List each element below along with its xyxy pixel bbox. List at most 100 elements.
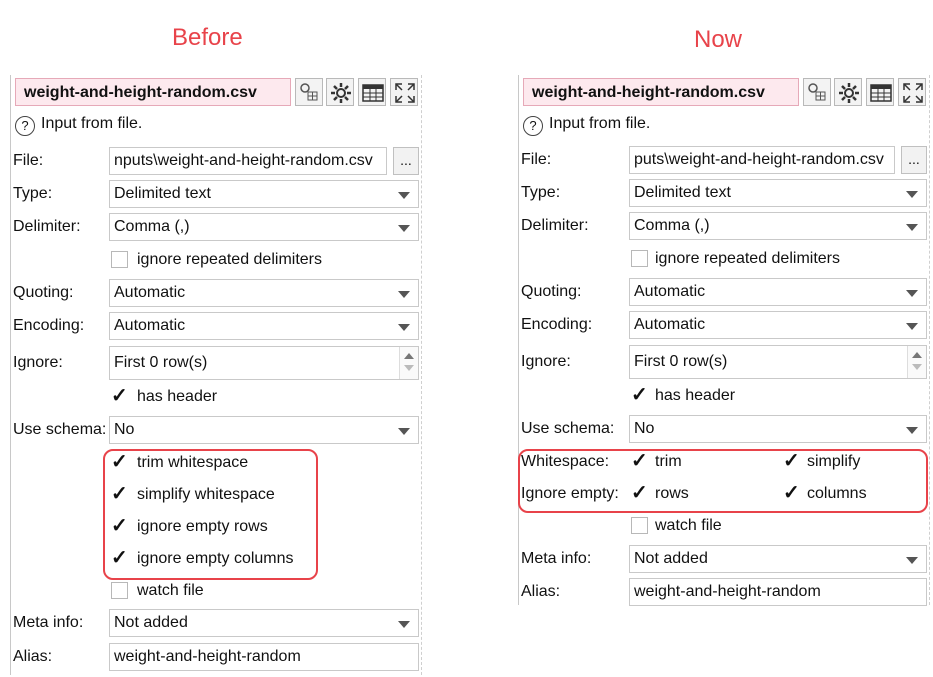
watch-file-label: watch file: [137, 582, 204, 599]
encoding-row: Encoding: Automatic: [11, 311, 419, 341]
dropdown-arrow-icon: [906, 427, 918, 434]
dropdown-arrow-icon: [398, 225, 410, 232]
dropdown-arrow-icon: [398, 621, 410, 628]
expand-icon: [395, 83, 415, 103]
ignore-repeated-checkbox[interactable]: [111, 251, 128, 268]
ignore-repeated-label: ignore repeated delimiters: [137, 251, 322, 268]
alias-input[interactable]: weight-and-height-random: [629, 578, 927, 606]
type-label: Type:: [13, 185, 53, 202]
delimiter-row: Delimiter: Comma (,): [519, 211, 927, 241]
watch-file-label: watch file: [655, 517, 722, 534]
dropdown-arrow-icon: [398, 192, 410, 199]
type-label: Type:: [521, 184, 561, 201]
file-input[interactable]: nputs\weight-and-height-random.csv: [109, 147, 387, 175]
help-info: ? Input from file.: [523, 115, 650, 136]
quoting-select[interactable]: Automatic: [109, 279, 419, 307]
settings-button[interactable]: [326, 78, 354, 106]
dropdown-arrow-icon: [906, 290, 918, 297]
delimiter-select[interactable]: Comma (,): [109, 213, 419, 241]
meta-label: Meta info:: [13, 614, 84, 631]
ignore-repeated-checkbox[interactable]: [631, 250, 648, 267]
node-title[interactable]: weight-and-height-random.csv: [15, 78, 291, 106]
dropdown-arrow-icon: [398, 291, 410, 298]
spin-arrows[interactable]: [399, 347, 418, 379]
schema-row: Use schema: No: [519, 414, 927, 444]
checkmark-icon: ✓: [631, 384, 648, 406]
help-icon[interactable]: ?: [523, 116, 543, 136]
delimiter-select[interactable]: Comma (,): [629, 212, 927, 240]
ignore-repeated-row: ignore repeated delimiters: [11, 245, 419, 275]
schema-label: Use schema:: [13, 421, 107, 438]
quoting-select[interactable]: Automatic: [629, 278, 927, 306]
now-heading: Now: [694, 26, 743, 53]
dropdown-arrow-icon: [906, 323, 918, 330]
watch-file-checkbox[interactable]: [111, 582, 128, 599]
dropdown-arrow-icon: [906, 557, 918, 564]
schema-label: Use schema:: [521, 420, 615, 437]
expand-button[interactable]: [898, 78, 926, 106]
file-label: File:: [521, 151, 552, 168]
has-header-label: has header: [655, 387, 736, 404]
watch-file-checkbox[interactable]: [631, 517, 648, 534]
quoting-row: Quoting: Automatic: [11, 278, 419, 308]
browse-button[interactable]: ...: [393, 147, 419, 175]
properties-icon: [808, 83, 826, 101]
dropdown-arrow-icon: [906, 191, 918, 198]
encoding-row: Encoding: Automatic: [519, 310, 927, 340]
expand-button[interactable]: [390, 78, 418, 106]
ignore-spinbox[interactable]: First 0 row(s): [109, 346, 419, 380]
properties-button[interactable]: [295, 78, 323, 106]
ignore-spinbox[interactable]: First 0 row(s): [629, 345, 927, 379]
delimiter-label: Delimiter:: [521, 217, 589, 234]
has-header-row: ✓ has header: [519, 381, 927, 411]
type-select[interactable]: Delimited text: [109, 180, 419, 208]
table-view-button[interactable]: [358, 78, 386, 106]
properties-button[interactable]: [803, 78, 831, 106]
now-panel: weight-and-height-random.csv ? Input from…: [518, 75, 930, 606]
schema-select[interactable]: No: [109, 416, 419, 444]
alias-label: Alias:: [13, 648, 53, 665]
ignore-label: Ignore:: [13, 354, 63, 371]
spin-arrows[interactable]: [907, 346, 926, 378]
help-icon[interactable]: ?: [15, 116, 35, 136]
browse-button[interactable]: ...: [901, 146, 927, 174]
encoding-select[interactable]: Automatic: [629, 311, 927, 339]
file-row: File: nputs\weight-and-height-random.csv…: [11, 146, 419, 176]
quoting-label: Quoting:: [13, 284, 74, 301]
quoting-label: Quoting:: [521, 283, 582, 300]
has-header-checkbox[interactable]: ✓: [631, 384, 648, 406]
dropdown-arrow-icon: [906, 224, 918, 231]
now-highlight: [518, 449, 928, 513]
meta-row: Meta info: Not added: [519, 544, 927, 574]
meta-label: Meta info:: [521, 550, 592, 567]
dropdown-arrow-icon: [398, 324, 410, 331]
ignore-repeated-label: ignore repeated delimiters: [655, 250, 840, 267]
type-row: Type: Delimited text: [11, 179, 419, 209]
type-select[interactable]: Delimited text: [629, 179, 927, 207]
meta-select[interactable]: Not added: [109, 609, 419, 637]
schema-select[interactable]: No: [629, 415, 927, 443]
has-header-label: has header: [137, 388, 218, 405]
file-input[interactable]: puts\weight-and-height-random.csv: [629, 146, 895, 174]
node-title[interactable]: weight-and-height-random.csv: [523, 78, 799, 106]
before-heading: Before: [172, 24, 243, 51]
encoding-label: Encoding:: [13, 317, 85, 334]
dropdown-arrow-icon: [398, 428, 410, 435]
file-row: File: puts\weight-and-height-random.csv …: [519, 145, 927, 175]
file-label: File:: [13, 152, 44, 169]
settings-button[interactable]: [834, 78, 862, 106]
alias-row: Alias: weight-and-height-random: [11, 642, 419, 672]
watch-row: watch file: [11, 576, 419, 606]
meta-select[interactable]: Not added: [629, 545, 927, 573]
ignore-repeated-row: ignore repeated delimiters: [519, 244, 927, 274]
delimiter-label: Delimiter:: [13, 218, 81, 235]
has-header-row: ✓ has header: [11, 382, 419, 412]
help-info: ? Input from file.: [15, 115, 142, 136]
encoding-select[interactable]: Automatic: [109, 312, 419, 340]
before-highlight: [103, 449, 318, 580]
table-view-button[interactable]: [866, 78, 894, 106]
alias-input[interactable]: weight-and-height-random: [109, 643, 419, 671]
type-row: Type: Delimited text: [519, 178, 927, 208]
ignore-row: Ignore: First 0 row(s): [11, 345, 419, 381]
has-header-checkbox[interactable]: ✓: [111, 385, 128, 407]
